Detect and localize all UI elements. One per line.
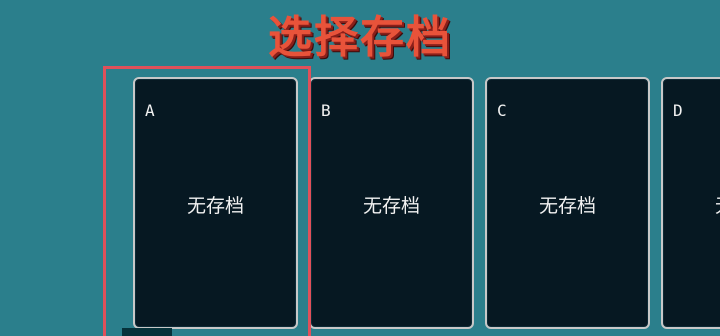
save-slot-b[interactable]: B 无存档 bbox=[309, 77, 474, 329]
save-slot-d[interactable]: D 无存档 bbox=[661, 77, 720, 329]
save-slot-letter: C bbox=[497, 101, 507, 120]
save-slot-letter: D bbox=[673, 101, 683, 120]
save-slot-letter: B bbox=[321, 101, 331, 120]
bottom-indicator bbox=[122, 328, 172, 336]
save-slot-c[interactable]: C 无存档 bbox=[485, 77, 650, 329]
save-slot-status: 无存档 bbox=[538, 195, 596, 217]
selection-cursor bbox=[103, 66, 311, 336]
save-select-screen: 选择存档 A无存档B无存档C无存档D无存档 bbox=[0, 0, 720, 336]
save-slot-status: 无存档 bbox=[362, 195, 420, 217]
save-slot-status: 无存档 bbox=[663, 191, 720, 218]
